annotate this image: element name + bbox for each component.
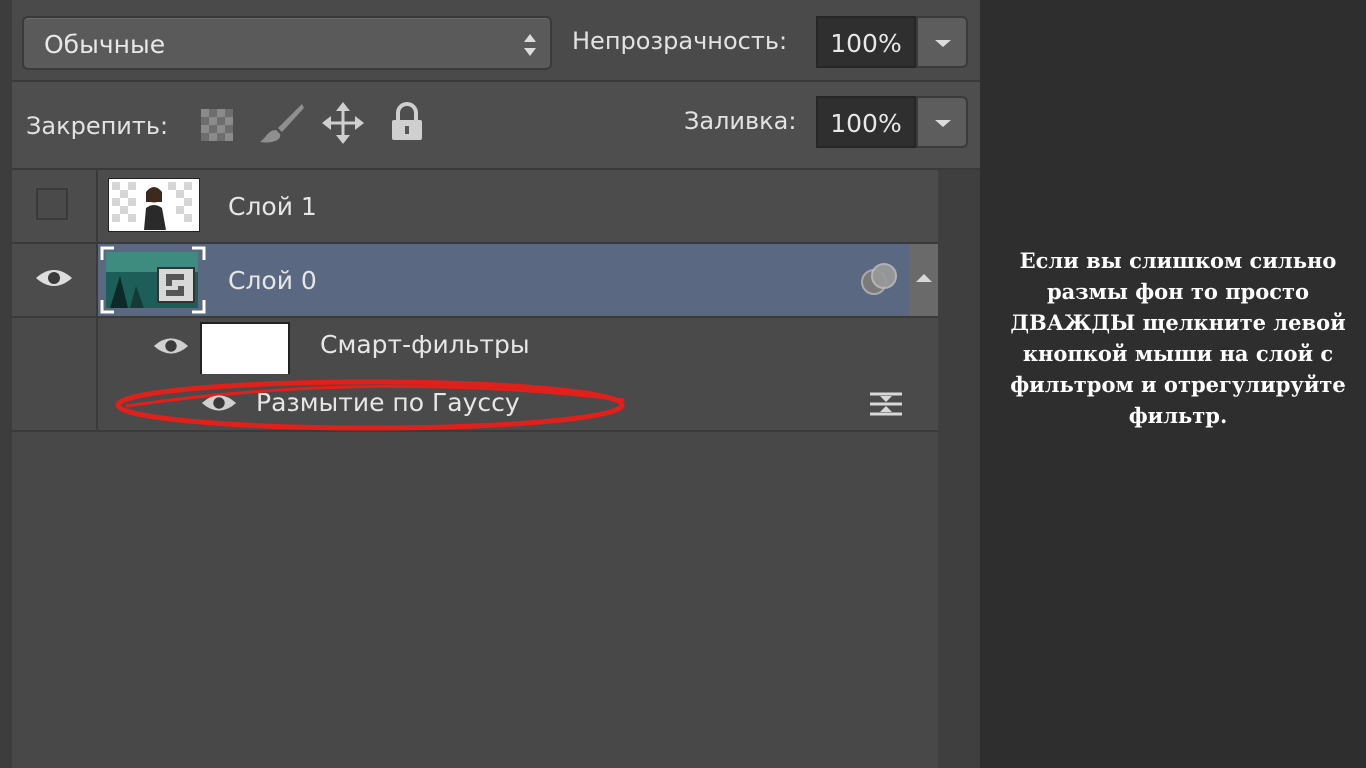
- filter-mask-thumbnail[interactable]: [200, 322, 290, 376]
- opacity-input[interactable]: 100%: [816, 16, 916, 68]
- lock-label: Закрепить:: [26, 112, 169, 140]
- select-arrows-icon: [524, 34, 536, 56]
- gaussian-blur-label: Размытие по Гауссу: [256, 388, 520, 417]
- smart-filters-row[interactable]: Смарт-фильтры: [12, 318, 938, 376]
- smart-filters-label: Смарт-фильтры: [320, 330, 530, 359]
- layer-row-sloy-1[interactable]: Слой 1: [12, 170, 938, 244]
- opacity-dropdown-button[interactable]: [916, 16, 968, 68]
- lock-position-icon[interactable]: [322, 102, 364, 144]
- fill-input[interactable]: 100%: [816, 96, 916, 148]
- visibility-cell: [12, 318, 98, 374]
- lock-image-pixels-icon[interactable]: [258, 102, 306, 144]
- blend-mode-value: Обычные: [44, 30, 166, 59]
- fill-label: Заливка:: [684, 107, 797, 135]
- visibility-toggle-empty[interactable]: [36, 188, 68, 220]
- eye-icon[interactable]: [152, 334, 190, 358]
- smart-filter-badge-icon[interactable]: [860, 262, 898, 298]
- visibility-cell: [12, 374, 98, 430]
- layers-panel: Обычные Непрозрачность: 100% Закрепить: …: [0, 0, 980, 768]
- smart-object-thumbnail[interactable]: [100, 246, 206, 314]
- lock-all-icon[interactable]: [390, 102, 424, 142]
- lock-transparent-pixels-icon[interactable]: [200, 108, 234, 142]
- layer-name: Слой 0: [228, 266, 317, 295]
- layer-row-sloy-0[interactable]: Слой 0: [12, 244, 938, 318]
- fill-dropdown-button[interactable]: [916, 96, 968, 148]
- instruction-caption: Если вы слишком сильно размы фон то прос…: [1010, 248, 1346, 428]
- layers-scrollbar[interactable]: [938, 170, 980, 768]
- blending-options-icon[interactable]: [868, 390, 904, 418]
- visibility-cell: [12, 244, 98, 316]
- panel-edge: [0, 0, 12, 768]
- blend-mode-select[interactable]: Обычные: [22, 16, 552, 70]
- eye-icon[interactable]: [34, 266, 74, 290]
- eye-icon[interactable]: [200, 391, 238, 415]
- selected-highlight: [98, 244, 910, 316]
- scroll-up-button[interactable]: [910, 244, 938, 316]
- layer-name: Слой 1: [228, 192, 317, 221]
- visibility-cell: [12, 170, 98, 242]
- layer-thumbnail[interactable]: [108, 178, 200, 232]
- opacity-label: Непрозрачность:: [572, 27, 788, 55]
- gaussian-blur-filter-row[interactable]: Размытие по Гауссу: [12, 374, 938, 432]
